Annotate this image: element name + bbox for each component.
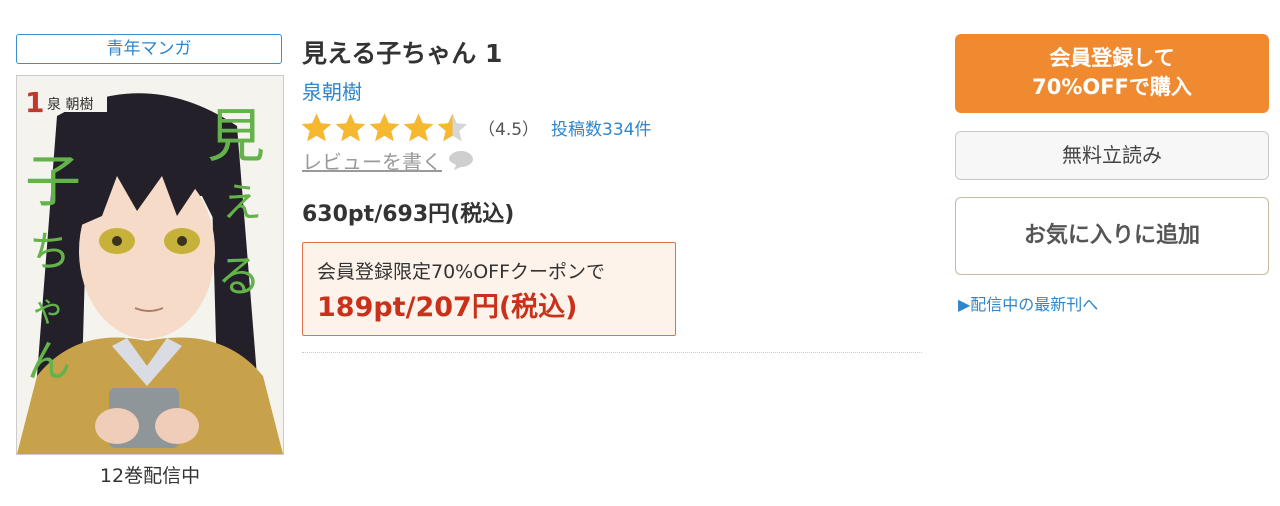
write-review-label: レビューを書く bbox=[302, 150, 442, 174]
cover-image[interactable]: 見 え る 子 ち ゃ ん 1 泉 朝樹 bbox=[16, 75, 284, 455]
star-icon bbox=[301, 113, 332, 141]
coupon-box: 会員登録限定70%OFFクーポンで 189pt/207円(税込) bbox=[302, 242, 676, 336]
cover-title-glyph-4: 子 bbox=[25, 150, 81, 215]
genre-badge[interactable]: 青年マンガ bbox=[16, 34, 282, 64]
register-and-buy-button[interactable]: 会員登録して 70%OFFで購入 bbox=[955, 34, 1269, 113]
book-title: 見える子ちゃん 1 bbox=[302, 39, 503, 68]
star-icon bbox=[437, 113, 468, 141]
cover-title-glyph-1: 見 bbox=[207, 102, 265, 170]
star-icon bbox=[335, 113, 366, 141]
coupon-price: 189pt/207円(税込) bbox=[317, 292, 578, 323]
divider bbox=[302, 352, 922, 353]
write-review-link[interactable]: レビューを書く bbox=[302, 146, 474, 175]
author-link[interactable]: 泉朝樹 bbox=[302, 76, 362, 105]
price: 630pt/693円(税込) bbox=[302, 202, 515, 227]
cover-author: 泉 朝樹 bbox=[47, 96, 93, 113]
rating-stars bbox=[300, 112, 470, 143]
cover-title-glyph-5: ち bbox=[29, 227, 71, 276]
review-count-link[interactable]: 投稿数334件 bbox=[551, 115, 651, 140]
latest-volume-link[interactable]: ▶配信中の最新刊へ bbox=[958, 291, 1098, 315]
add-to-favorites-button[interactable]: お気に入りに追加 bbox=[955, 197, 1269, 275]
star-icon bbox=[369, 113, 400, 141]
coupon-note: 会員登録限定70%OFFクーポンで bbox=[317, 261, 606, 283]
volume-count: 12巻配信中 bbox=[99, 465, 201, 487]
star-icon bbox=[403, 113, 434, 141]
buy-button-line2: 70%OFFで購入 bbox=[1032, 75, 1192, 99]
cover-title-glyph-6: ゃ bbox=[31, 290, 65, 330]
cover-volume-number: 1 bbox=[25, 86, 44, 119]
cover-title-glyph-2: え bbox=[222, 180, 262, 226]
rating-score: （4.5） bbox=[478, 119, 540, 140]
cover-title-glyph-3: る bbox=[217, 251, 261, 302]
buy-button-line1: 会員登録して bbox=[1049, 46, 1175, 70]
speech-bubble-icon bbox=[449, 150, 473, 170]
cover-title-glyph-7: ん bbox=[27, 336, 71, 387]
rating-row: （4.5） 投稿数334件 bbox=[300, 110, 652, 144]
free-preview-button[interactable]: 無料立読み bbox=[955, 131, 1269, 180]
